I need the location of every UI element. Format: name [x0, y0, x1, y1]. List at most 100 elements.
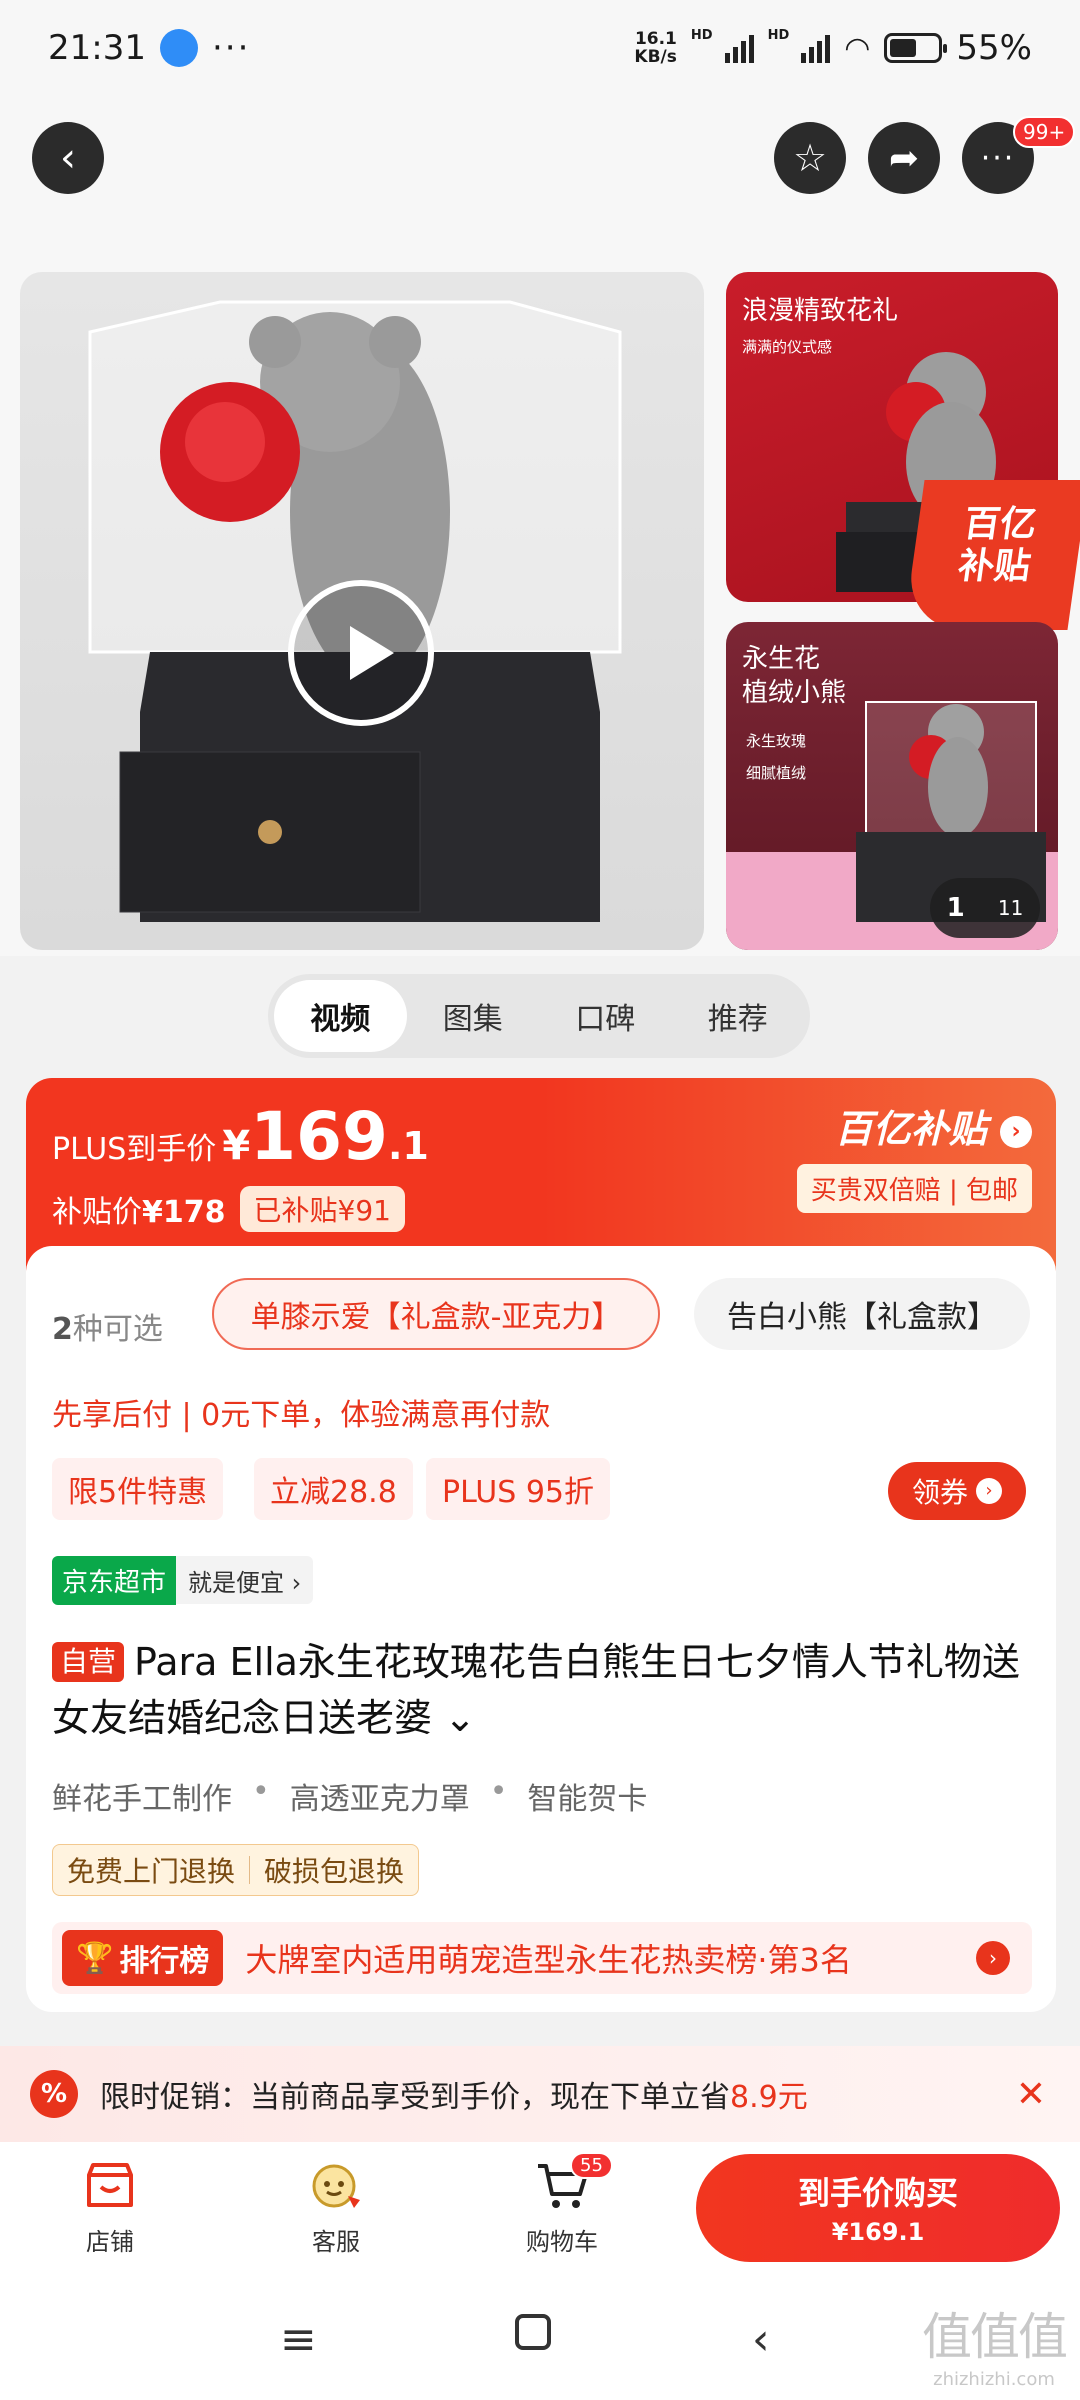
return-policy-item: 破损包退换	[264, 1855, 405, 1888]
gallery-pager: 1 11	[930, 878, 1040, 938]
return-policy-item: 免费上门退换	[67, 1855, 236, 1888]
buy-now-button[interactable]: 到手价购买 ¥169.1	[696, 2154, 1060, 2262]
guarantee-badge: 买贵双倍赔 | 包邮	[796, 1164, 1032, 1213]
watermark-url: zhizhizhi.com	[933, 2369, 1055, 2390]
network-speed-unit: KB/s	[634, 47, 677, 67]
tab-reviews[interactable]: 口碑	[539, 980, 672, 1052]
shop-icon	[80, 2156, 140, 2216]
promo-tag-plus: PLUS 95折	[426, 1458, 611, 1520]
more-icon: ···	[980, 140, 1016, 176]
product-header: ‹ ☆ ➦ ··· 99+	[0, 96, 1080, 266]
ranking-banner[interactable]: 🏆 排行榜 大牌室内适用萌宠造型永生花热卖榜·第3名 ›	[52, 1922, 1032, 1994]
get-coupon-button[interactable]: 领券 ›	[888, 1462, 1026, 1520]
option-bear-giftbox[interactable]: 告白小熊【礼盒款】	[694, 1278, 1030, 1350]
ranking-text: 大牌室内适用萌宠造型永生花热卖榜·第3名	[245, 1941, 852, 1979]
feature-item: 智能贺卡	[527, 1782, 648, 1817]
feature-separator: •	[252, 1774, 270, 1809]
subsidy-price: 补贴价¥178	[52, 1187, 226, 1231]
message-badge: 99+	[1013, 116, 1076, 148]
battery-percent: 55%	[956, 28, 1032, 68]
subsidy-corner-text: 百亿 补贴	[955, 504, 1040, 587]
pager-total: 11	[997, 896, 1024, 920]
jd-supermarket-label: 京东超市	[52, 1555, 177, 1605]
option-count-number: 2	[52, 1312, 73, 1347]
feature-separator: •	[489, 1774, 508, 1809]
self-operated-badge: 自营	[52, 1642, 125, 1682]
notification-app-icon	[159, 29, 198, 67]
subsidy-price-line: 补贴价¥178 已补贴¥91	[52, 1186, 405, 1232]
tab-gallery[interactable]: 图集	[407, 980, 540, 1052]
feature-item: 鲜花手工制作	[52, 1782, 232, 1817]
option-acrylic-giftbox[interactable]: 单膝示爱【礼盒款-亚克力】	[212, 1278, 660, 1350]
pager-current: 1	[946, 893, 965, 923]
trophy-icon: 🏆	[76, 1940, 114, 1976]
product-gallery: 浪漫精致花礼 满满的仪式感 百亿 补贴 永生花 植绒小熊 永生玫瑰 细腻植绒 1…	[0, 266, 1080, 956]
status-time: 21:31	[48, 28, 146, 68]
customer-service-label: 客服	[312, 2228, 360, 2256]
ranking-tag-label: 排行榜	[119, 1944, 210, 1979]
recent-apps-icon[interactable]: ≡	[280, 2314, 317, 2365]
subsidy-price-label: 补贴价	[52, 1195, 142, 1230]
customer-service-button[interactable]: 客服	[276, 2156, 396, 2257]
star-icon: ☆	[792, 136, 828, 180]
battery-icon	[884, 33, 948, 63]
cart-count-badge: 55	[570, 2152, 613, 2179]
signal-icon-2	[801, 33, 831, 63]
tab-video[interactable]: 视频	[274, 980, 407, 1052]
product-title[interactable]: 自营 Para Ella永生花玫瑰花告白熊生日七夕情人节礼物送女友结婚纪念日送老婆…	[52, 1634, 1032, 1746]
product-info-card: 2种可选 单膝示爱【礼盒款-亚克力】 告白小熊【礼盒款】 先享后付 | 0元下单…	[26, 1246, 1056, 2012]
billion-subsidy-logo[interactable]: 百亿补贴 ›	[835, 1098, 1032, 1153]
hd-label-2: HD	[767, 28, 790, 43]
jd-supermarket-tag[interactable]: 京东超市 就是便宜 ›	[52, 1555, 314, 1605]
customer-service-icon	[306, 2156, 366, 2216]
pay-later-notice[interactable]: 先享后付 | 0元下单，体验满意再付款	[52, 1390, 550, 1434]
tab-recommend[interactable]: 推荐	[672, 980, 805, 1052]
price-decimal: .1	[387, 1124, 429, 1168]
signal-icon	[724, 33, 754, 63]
site-watermark: 值值值 zhizhizhi.com	[922, 2297, 1068, 2390]
promo-notice-bar: % 限时促销：当前商品享受到手价，现在下单立省8.9元 ✕	[0, 2046, 1080, 2142]
return-policy-badge[interactable]: 免费上门退换 破损包退换	[52, 1844, 420, 1896]
watermark-logo: 值值值	[922, 2308, 1068, 2366]
ranking-tag: 🏆 排行榜	[62, 1930, 224, 1986]
discount-icon: %	[30, 2070, 78, 2118]
play-video-icon[interactable]	[288, 580, 434, 726]
home-icon[interactable]	[515, 2314, 551, 2350]
bottom-action-bar: 店铺 客服 55 购物车 到手价购买 ¥169.1	[0, 2142, 1080, 2284]
promo-notice-message: 限时促销：当前商品享受到手价，现在下单立省	[100, 2080, 730, 2115]
network-speed-value: 16.1	[634, 29, 677, 49]
billion-subsidy-text: 百亿补贴	[834, 1107, 987, 1151]
media-tabs: 视频 图集 口碑 推荐	[268, 974, 810, 1058]
product-title-text: Para Ella永生花玫瑰花告白熊生日七夕情人节礼物送女友结婚纪念日送老婆 ⌄	[52, 1640, 1020, 1740]
buy-now-price: ¥169.1	[831, 2218, 925, 2246]
promo-notice-text: 限时促销：当前商品享受到手价，现在下单立省8.9元	[100, 2072, 808, 2116]
status-more-dots: ···	[211, 28, 251, 68]
shop-label: 店铺	[86, 2228, 134, 2256]
option-count-text: 种可选	[72, 1312, 163, 1347]
cart-button[interactable]: 55 购物车	[502, 2152, 622, 2257]
shop-button[interactable]: 店铺	[50, 2156, 170, 2257]
promo-saving-amount: 8.9元	[730, 2080, 808, 2115]
promo-tag-discount: 立减28.8	[254, 1458, 413, 1520]
plus-price-label: PLUS到手价	[52, 1132, 217, 1167]
status-bar: 21:31 ··· 16.1 KB/s HD HD ◠ 55%	[0, 0, 1080, 96]
price-currency: ¥	[222, 1123, 251, 1169]
close-icon[interactable]: ✕	[1016, 2074, 1046, 2115]
wifi-icon: ◠	[844, 30, 871, 66]
share-button[interactable]: ➦	[868, 122, 940, 194]
chevron-right-icon: ›	[976, 1941, 1010, 1975]
buy-now-label: 到手价购买	[797, 2174, 958, 2212]
option-count: 2种可选	[52, 1304, 163, 1348]
subsidy-price-value: ¥178	[142, 1195, 226, 1230]
system-back-icon[interactable]: ‹	[752, 2314, 770, 2365]
main-product-video[interactable]	[20, 272, 704, 950]
hd-label-1: HD	[690, 28, 713, 43]
cart-label: 购物车	[526, 2228, 598, 2256]
favorite-button[interactable]: ☆	[774, 122, 846, 194]
chevron-right-icon: ›	[1000, 1115, 1032, 1148]
back-icon: ‹	[60, 135, 76, 181]
back-button[interactable]: ‹	[32, 122, 104, 194]
network-speed: 16.1 KB/s	[634, 30, 676, 66]
chevron-right-icon: ›	[976, 1478, 1002, 1504]
billion-subsidy-corner-badge: 百亿 补贴	[903, 480, 1080, 630]
